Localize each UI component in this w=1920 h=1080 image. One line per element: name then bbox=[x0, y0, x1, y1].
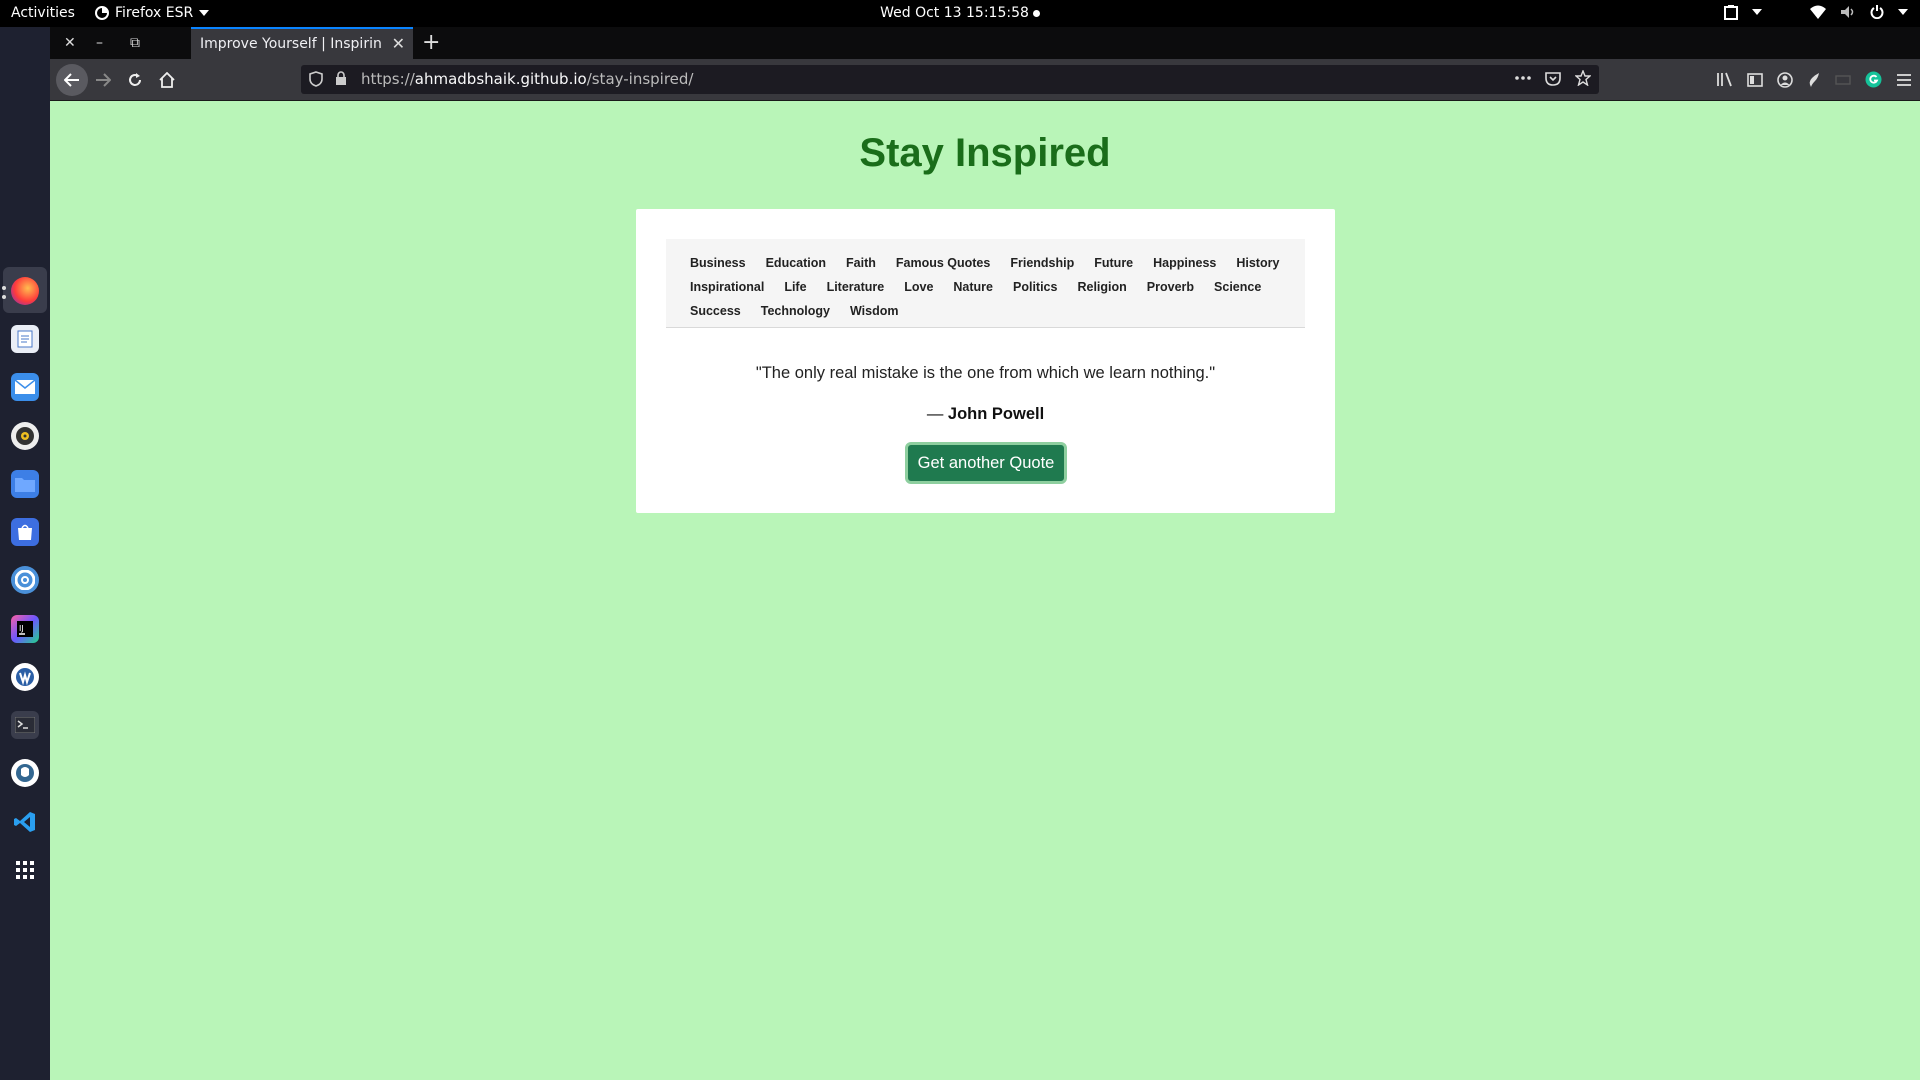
mail-icon[interactable] bbox=[11, 373, 39, 401]
tab-active[interactable]: Improve Yourself | Inspiring ✕ bbox=[191, 27, 413, 59]
clock[interactable]: Wed Oct 13 15:15:58 bbox=[0, 5, 1920, 21]
help-icon[interactable] bbox=[11, 566, 39, 594]
inkscape-icon[interactable] bbox=[11, 663, 39, 691]
category-link[interactable]: Faith bbox=[846, 256, 876, 270]
chevron-down-icon bbox=[1898, 9, 1908, 15]
tab-close-icon[interactable]: ✕ bbox=[392, 34, 405, 53]
category-link[interactable]: Wisdom bbox=[850, 304, 899, 318]
arrow-right-icon bbox=[96, 73, 111, 87]
system-tray[interactable] bbox=[1724, 4, 1908, 20]
back-button[interactable] bbox=[56, 64, 88, 96]
category-link[interactable]: Love bbox=[904, 280, 933, 294]
category-link[interactable]: Politics bbox=[1013, 280, 1057, 294]
home-icon bbox=[159, 72, 175, 88]
library-icon[interactable] bbox=[1716, 72, 1733, 87]
category-link[interactable]: Proverb bbox=[1147, 280, 1194, 294]
window-close-button[interactable]: ✕ bbox=[64, 35, 76, 51]
category-row: Success Technology Wisdom bbox=[680, 299, 1291, 323]
category-link[interactable]: Famous Quotes bbox=[896, 256, 990, 270]
category-link[interactable]: Life bbox=[784, 280, 806, 294]
clock-text: Wed Oct 13 15:15:58 bbox=[880, 5, 1029, 21]
url-bar[interactable]: https://ahmadbshaik.github.io/stay-inspi… bbox=[301, 65, 1599, 94]
extension-muted-icon[interactable] bbox=[1835, 74, 1851, 86]
account-icon[interactable] bbox=[1777, 71, 1793, 88]
clipboard-icon[interactable] bbox=[1724, 4, 1738, 20]
category-row: Inspirational Life Literature Love Nature Pol… bbox=[680, 275, 1291, 299]
author-dash: — bbox=[926, 405, 948, 423]
home-button[interactable] bbox=[154, 67, 180, 93]
new-tab-button[interactable]: + bbox=[422, 30, 440, 55]
window-minimize-button[interactable]: – bbox=[96, 35, 103, 51]
power-icon bbox=[1870, 5, 1884, 19]
category-link[interactable]: Education bbox=[766, 256, 826, 270]
firefox-icon[interactable] bbox=[11, 277, 39, 305]
window-restore-button[interactable]: ⧉ bbox=[130, 35, 140, 51]
url-path: /stay-inspired/ bbox=[586, 70, 694, 88]
tab-title: Improve Yourself | Inspiring bbox=[200, 36, 382, 52]
forward-button[interactable] bbox=[90, 67, 116, 93]
notification-dot bbox=[1032, 9, 1040, 17]
url-actions bbox=[1515, 70, 1591, 86]
category-link[interactable]: Literature bbox=[827, 280, 885, 294]
category-link[interactable]: Friendship bbox=[1010, 256, 1074, 270]
reload-icon bbox=[129, 73, 141, 86]
page-title: Stay Inspired bbox=[859, 131, 1111, 175]
music-player-icon[interactable] bbox=[11, 422, 39, 450]
dock: IJ bbox=[0, 27, 50, 1080]
grammarly-icon[interactable] bbox=[1865, 71, 1882, 88]
web-page: Stay Inspired Business Education Faith Famo… bbox=[50, 101, 1920, 1080]
tracking-shield-icon[interactable] bbox=[309, 71, 323, 87]
lock-icon[interactable] bbox=[335, 71, 347, 86]
browser-nav-bar: https://ahmadbshaik.github.io/stay-inspi… bbox=[50, 59, 1920, 101]
category-link[interactable]: Happiness bbox=[1153, 256, 1216, 270]
url-host: ahmadbshaik.github.io bbox=[414, 70, 587, 88]
toolbar-right bbox=[1716, 71, 1912, 88]
extension-gnome-icon[interactable] bbox=[1807, 72, 1821, 88]
category-link[interactable]: Future bbox=[1094, 256, 1133, 270]
url-prefix: https:// bbox=[361, 70, 415, 88]
vscode-icon[interactable] bbox=[11, 808, 39, 836]
terminal-icon[interactable] bbox=[11, 711, 39, 739]
quote-text: "The only real mistake is the one from w… bbox=[755, 364, 1216, 382]
browser-tab-bar: ✕ – ⧉ Improve Yourself | Inspiring ✕ + bbox=[50, 27, 1920, 59]
reload-button[interactable] bbox=[122, 67, 148, 93]
more-actions-icon[interactable] bbox=[1515, 76, 1531, 80]
category-link[interactable]: Inspirational bbox=[690, 280, 764, 294]
category-link[interactable]: History bbox=[1236, 256, 1279, 270]
category-link[interactable]: Science bbox=[1214, 280, 1261, 294]
category-link[interactable]: Religion bbox=[1077, 280, 1126, 294]
svg-text:IJ: IJ bbox=[19, 624, 24, 633]
volume-icon bbox=[1841, 6, 1854, 18]
category-link[interactable]: Business bbox=[690, 256, 746, 270]
url-text: https://ahmadbshaik.github.io/stay-inspi… bbox=[361, 70, 693, 88]
quote-card: Business Education Faith Famous Quotes Frien… bbox=[636, 209, 1335, 513]
category-link[interactable]: Technology bbox=[761, 304, 830, 318]
arrow-left-icon bbox=[64, 73, 79, 87]
category-link[interactable]: Nature bbox=[953, 280, 993, 294]
bookmark-star-icon[interactable] bbox=[1575, 70, 1591, 86]
chevron-down-icon bbox=[1752, 9, 1762, 15]
text-editor-icon[interactable] bbox=[11, 325, 39, 353]
files-icon[interactable] bbox=[11, 470, 39, 498]
running-indicator bbox=[2, 286, 6, 290]
get-another-quote-button[interactable]: Get another Quote bbox=[905, 442, 1067, 484]
pgadmin-icon[interactable] bbox=[11, 759, 39, 787]
software-store-icon[interactable] bbox=[11, 518, 39, 546]
quote-author: — John Powell bbox=[636, 405, 1335, 424]
app-grid-icon[interactable] bbox=[11, 856, 39, 884]
category-link[interactable]: Success bbox=[690, 304, 741, 318]
hamburger-menu-icon[interactable] bbox=[1896, 73, 1912, 87]
wifi-icon bbox=[1810, 5, 1826, 19]
sidebar-icon[interactable] bbox=[1747, 72, 1763, 87]
author-name: John Powell bbox=[947, 405, 1045, 423]
pocket-icon[interactable] bbox=[1545, 71, 1561, 86]
category-list: Business Education Faith Famous Quotes Frien… bbox=[666, 239, 1305, 328]
running-indicator bbox=[2, 295, 6, 299]
system-top-bar: Activities Firefox ESR Wed Oct 13 15:15:… bbox=[0, 0, 1920, 27]
intellij-icon[interactable]: IJ bbox=[11, 615, 39, 643]
category-row: Business Education Faith Famous Quotes Frien… bbox=[680, 251, 1291, 275]
